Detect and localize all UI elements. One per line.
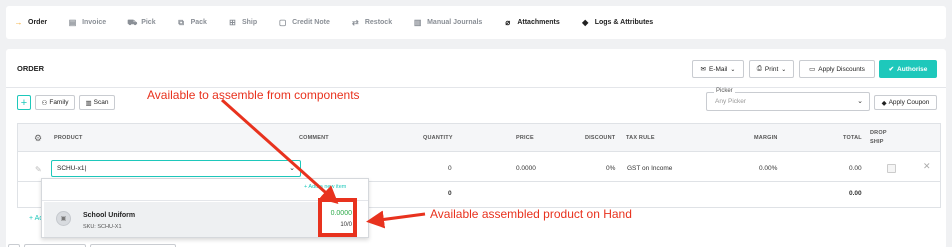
total-quantity: 0: [448, 190, 452, 197]
tab-label: Manual Journals: [427, 19, 483, 26]
invoice-icon: ▤: [68, 18, 77, 27]
header-total: TOTAL: [843, 135, 862, 141]
tab-ship[interactable]: ⊞ Ship: [228, 18, 257, 27]
drop-ship-checkbox[interactable]: [887, 164, 896, 173]
chevron-down-icon: ⌄: [857, 98, 863, 105]
picker-label: Picker: [714, 88, 735, 94]
product-input[interactable]: SCHU-x1| ⌄: [51, 160, 301, 177]
add-new-item-link[interactable]: + Add a new item: [304, 184, 346, 190]
tab-label: Pick: [141, 19, 156, 26]
chevron-down-icon: ⌄: [289, 165, 295, 172]
picker-select[interactable]: Picker Any Picker ⌄: [706, 88, 870, 111]
plus-icon: +: [20, 96, 28, 109]
header-tax-rule: TAX RULE: [626, 135, 655, 141]
discount-cell[interactable]: 0%: [606, 165, 615, 172]
email-label: E-Mail: [709, 65, 728, 73]
tab-label: Attachments: [517, 19, 560, 26]
margin-cell: 0.00%: [759, 165, 778, 172]
tab-bar: → Order ▤ Invoice ⛟ Pick ⧉ Pack ⊞ Ship ▢…: [6, 6, 946, 39]
tab-pick[interactable]: ⛟ Pick: [127, 18, 155, 28]
header-drop-ship-2: SHIP: [870, 139, 884, 145]
tab-invoice[interactable]: ▤ Invoice: [68, 18, 106, 27]
header-comment: COMMENT: [299, 135, 329, 141]
tab-pack[interactable]: ⧉ Pack: [177, 18, 207, 28]
check-circle-icon: ✔: [888, 66, 895, 73]
add-line-button[interactable]: +: [17, 95, 31, 110]
header-margin: MARGIN: [754, 135, 778, 141]
annotation-on-hand: Available assembled product on Hand: [430, 207, 632, 221]
chevron-down-icon: ⌄: [730, 66, 736, 73]
credit-note-icon: ▢: [278, 18, 287, 27]
cart-icon: ⛟: [127, 17, 138, 27]
chevron-down-icon: ⌄: [781, 66, 787, 73]
apply-coupon-label: Apply Coupon: [888, 99, 930, 106]
apply-coupon-button[interactable]: ◆ Apply Coupon: [874, 95, 937, 110]
suggestion-sku: SKU: SCHU-X1: [83, 224, 122, 230]
discount-tag-icon: ▭: [809, 66, 816, 73]
tab-label: Order: [28, 19, 48, 26]
annotation-components: Available to assemble from components: [147, 88, 360, 102]
print-label: Print: [764, 65, 779, 73]
print-button[interactable]: ⎙ Print ⌄: [749, 60, 794, 78]
tag-icon: ◆: [582, 18, 589, 27]
tab-label: Restock: [364, 19, 393, 26]
header-quantity: QUANTITY: [423, 135, 453, 141]
tab-restock[interactable]: ⇄ Restock: [351, 18, 392, 27]
gear-icon[interactable]: ⚙: [34, 133, 42, 144]
header-product: PRODUCT: [54, 135, 83, 141]
tab-label: Ship: [241, 19, 258, 26]
family-label: Family: [49, 99, 69, 106]
page-title: ORDER: [17, 64, 45, 73]
header-drop-ship-1: DROP: [870, 130, 887, 136]
restock-icon: ⇄: [352, 18, 359, 27]
tab-attachments[interactable]: ⌀ Attachments: [503, 18, 559, 27]
close-icon[interactable]: ✕: [923, 161, 931, 172]
envelope-icon: ✉: [700, 66, 706, 73]
family-icon: ⚇: [41, 99, 48, 107]
price-cell[interactable]: 0.0000: [516, 165, 536, 172]
coupon-icon: ◆: [881, 99, 887, 107]
apply-discounts-button[interactable]: ▭ Apply Discounts: [799, 60, 875, 78]
tab-label: Logs & Attributes: [594, 19, 654, 26]
picker-value: Any Picker: [715, 98, 747, 105]
tab-order[interactable]: → Order: [14, 18, 48, 27]
truck-icon: ⊞: [229, 18, 236, 27]
annotation-highlight-box: [318, 198, 357, 237]
scan-label: Scan: [93, 99, 109, 106]
pack-icon: ⧉: [178, 17, 184, 27]
header-price: PRICE: [516, 135, 534, 141]
authorise-label: Authorise: [897, 65, 928, 73]
tab-logs-attributes[interactable]: ◆ Logs & Attributes: [581, 18, 653, 27]
header-discount: DISCOUNT: [585, 135, 616, 141]
suggestion-item[interactable]: ▣ School Uniform SKU: SCHU-X1: [44, 202, 320, 237]
arrow-right-icon: →: [14, 18, 23, 27]
tab-credit-note[interactable]: ▢ Credit Note: [278, 18, 330, 27]
pencil-icon[interactable]: ✎: [35, 165, 42, 174]
product-image-icon: ▣: [56, 211, 71, 226]
quantity-cell[interactable]: 0: [448, 165, 452, 172]
family-button[interactable]: ⚇ Family: [35, 95, 75, 110]
tab-label: Invoice: [82, 19, 107, 26]
apply-discounts-label: Apply Discounts: [818, 65, 865, 73]
paperclip-icon: ⌀: [505, 18, 511, 27]
grand-total: 0.00: [849, 190, 862, 197]
table-header: ⚙ PRODUCT COMMENT QUANTITY PRICE DISCOUN…: [18, 124, 940, 152]
journal-icon: ▥: [413, 18, 422, 27]
tab-label: Pack: [190, 19, 207, 26]
barcode-icon: ▥: [85, 99, 92, 107]
suggestion-name: School Uniform: [83, 212, 136, 219]
product-input-value: SCHU-x1|: [57, 165, 87, 172]
tax-rule-cell[interactable]: GST on Income: [627, 165, 672, 172]
authorise-button[interactable]: ✔ Authorise: [879, 60, 937, 78]
total-cell: 0.00: [849, 165, 862, 172]
tab-manual-journals[interactable]: ▥ Manual Journals: [413, 18, 483, 27]
printer-icon: ⎙: [756, 65, 762, 72]
scan-button[interactable]: ▥ Scan: [79, 95, 115, 110]
email-button[interactable]: ✉ E-Mail ⌄: [692, 60, 744, 78]
tab-label: Credit Note: [292, 19, 330, 26]
